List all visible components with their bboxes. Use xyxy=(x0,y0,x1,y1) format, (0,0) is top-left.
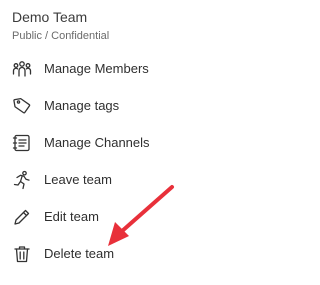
team-name: Demo Team xyxy=(12,9,88,25)
menu-item-edit-team[interactable]: Edit team xyxy=(0,198,320,235)
trash-icon xyxy=(12,244,32,264)
tag-icon xyxy=(12,96,32,116)
menu-item-delete-team[interactable]: Delete team xyxy=(0,235,320,272)
leave-icon xyxy=(12,170,32,190)
menu-item-manage-tags[interactable]: Manage tags xyxy=(0,87,320,124)
menu-item-label: Delete team xyxy=(44,246,115,261)
menu-item-manage-members[interactable]: Manage Members xyxy=(0,50,320,87)
members-icon xyxy=(12,59,32,79)
team-options-menu: Manage Members Manage tags Manage Channe… xyxy=(0,50,320,272)
pencil-icon xyxy=(12,207,32,227)
team-visibility: Public / Confidential xyxy=(12,30,110,42)
menu-item-label: Manage Members xyxy=(44,61,149,76)
menu-item-manage-channels[interactable]: Manage Channels xyxy=(0,124,320,161)
menu-item-label: Leave team xyxy=(44,172,112,187)
menu-item-label: Manage tags xyxy=(44,98,120,113)
team-options-sheet: Demo Team Public / Confidential Manage M… xyxy=(0,0,320,285)
channels-icon xyxy=(12,133,32,153)
menu-item-leave-team[interactable]: Leave team xyxy=(0,161,320,198)
menu-item-label: Edit team xyxy=(44,209,99,224)
menu-item-label: Manage Channels xyxy=(44,135,150,150)
team-header: Demo Team Public / Confidential xyxy=(12,8,109,43)
